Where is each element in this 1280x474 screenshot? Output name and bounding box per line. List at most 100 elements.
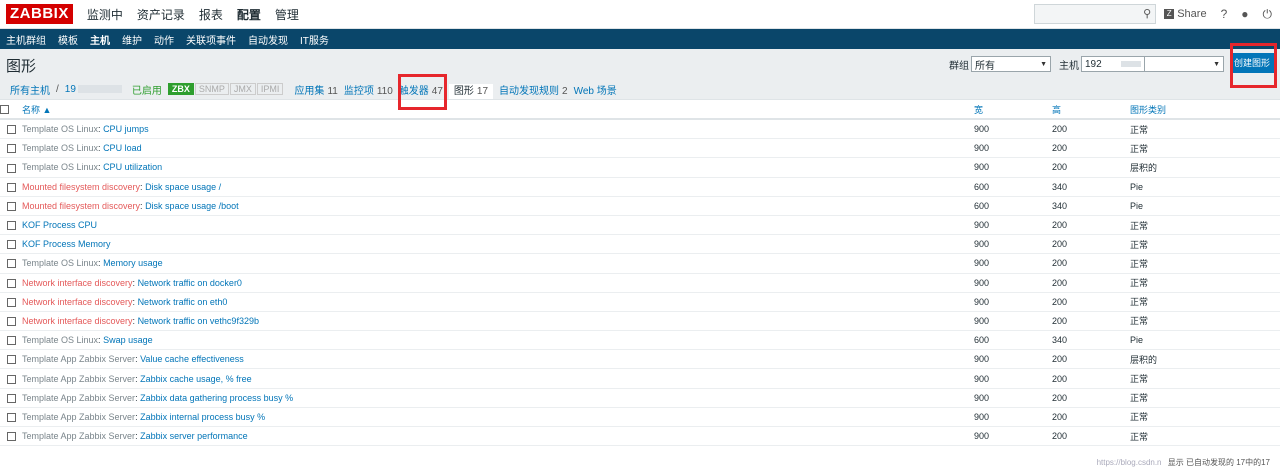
row-checkbox[interactable] [6,336,16,346]
graph-name-link[interactable]: Disk space usage / [145,182,221,192]
sub-menu-item[interactable]: 关联项事件 [186,32,236,47]
graph-template-link[interactable]: Network interface discovery [22,278,133,288]
graph-name-link[interactable]: Value cache effectiveness [140,354,244,364]
column-name[interactable]: 名称 ▲ [22,100,974,120]
sub-menu-item[interactable]: 模板 [58,32,78,47]
highlight-box-graphs-tab [398,74,447,110]
graph-height: 200 [1052,215,1130,236]
host-status-enabled[interactable]: 已启用 [132,82,162,97]
graph-template-link[interactable]: Template App Zabbix Server [22,431,135,441]
help-icon[interactable]: ? [1221,7,1228,21]
row-checkbox[interactable] [6,278,16,288]
graph-name-link[interactable]: KOF Process Memory [22,239,111,249]
select-all-checkbox[interactable] [0,105,9,115]
graph-name-link[interactable]: Zabbix internal process busy % [140,412,265,422]
graph-template-link[interactable]: Template App Zabbix Server [22,412,135,422]
graph-type: 层积的 [1130,157,1280,178]
breadcrumb: 所有主机 / 19 已启用 ZBX SNMP JMX IPMI 应用集 11 监控项 110… [0,79,1280,100]
graph-name-link[interactable]: Network traffic on docker0 [138,278,242,288]
row-checkbox[interactable] [6,259,16,269]
sub-menu-item[interactable]: 主机群组 [6,32,46,47]
graph-template-link[interactable]: Template OS Linux [22,124,98,134]
search-input[interactable]: ⚲ [1034,4,1157,24]
breadcrumb-tab[interactable]: 监控项 110 [344,86,393,97]
graph-type: 正常 [1130,368,1280,389]
breadcrumb-items: 应用集 11 监控项 110 触发器 47 图形 17 自动发现规则 2 Web 场景 [288,82,617,99]
row-checkbox[interactable] [6,163,16,173]
sub-menu-item[interactable]: 自动发现 [248,32,288,47]
breadcrumb-tab[interactable]: 自动发现规则 2 [499,86,568,97]
sub-menu-item[interactable]: 维护 [122,32,142,47]
row-checkbox[interactable] [6,317,16,327]
graph-width: 900 [974,426,1052,447]
row-checkbox[interactable] [6,201,16,211]
sub-menu-item[interactable]: 动作 [154,32,174,47]
row-checkbox[interactable] [6,125,16,135]
graph-name-link[interactable]: Network traffic on vethc9f329b [138,316,259,326]
main-menu-item[interactable]: 资产记录 [137,6,185,23]
graph-type: 正常 [1130,388,1280,408]
host-select[interactable]: 192 [1081,56,1144,72]
graph-template-link[interactable]: Template OS Linux [22,258,98,268]
graph-name-link[interactable]: Zabbix cache usage, % free [140,374,252,384]
graph-template-link[interactable]: Mounted filesystem discovery [22,182,140,192]
main-menu-item[interactable]: 管理 [275,6,299,23]
graph-template-link[interactable]: Template OS Linux [22,335,98,345]
main-menu-item[interactable]: 配置 [237,6,261,23]
graph-name-link[interactable]: Memory usage [103,258,163,268]
main-menu-item[interactable]: 报表 [199,6,223,23]
table-row: Template App Zabbix Server: Zabbix serve… [0,426,1280,447]
row-checkbox[interactable] [6,240,16,250]
breadcrumb-tab[interactable]: 应用集 11 [294,86,337,97]
breadcrumb-host[interactable]: 19 [65,84,76,95]
row-checkbox[interactable] [6,297,16,307]
row-checkbox[interactable] [6,182,16,192]
graph-template-link[interactable]: Template App Zabbix Server [22,374,135,384]
sub-menu-item[interactable]: 主机 [90,32,110,47]
row-checkbox[interactable] [6,393,16,403]
breadcrumb-tab[interactable]: 图形 17 [448,83,494,99]
breadcrumb-tab[interactable]: Web 场景 [574,86,617,97]
power-icon[interactable]: ⏻ [1263,7,1273,22]
breadcrumb-all-hosts[interactable]: 所有主机 [10,82,50,97]
row-checkbox[interactable] [6,144,16,154]
graph-name-link[interactable]: CPU load [103,143,142,153]
graph-template-link[interactable]: Mounted filesystem discovery [22,201,140,211]
graph-width: 900 [974,138,1052,159]
row-checkbox[interactable] [6,374,16,384]
graph-name-link[interactable]: Swap usage [103,335,153,345]
graph-name-link[interactable]: Zabbix server performance [140,431,248,441]
group-select[interactable]: 所有 ▼ [971,56,1051,72]
graph-template-link[interactable]: Template App Zabbix Server [22,354,135,364]
graph-type: 正常 [1130,215,1280,236]
graph-template-link[interactable]: Network interface discovery [22,316,133,326]
search-icon[interactable]: ⚲ [1143,7,1151,20]
host-select-dropdown[interactable]: ▼ [1144,56,1224,72]
row-checkbox[interactable] [6,355,16,365]
graph-name-link[interactable]: Network traffic on eth0 [138,297,228,307]
row-checkbox[interactable] [6,432,16,442]
graph-name-link[interactable]: Disk space usage /boot [145,201,239,211]
graph-height: 200 [1052,119,1130,140]
zabbix-logo[interactable]: ZABBIX [6,4,73,24]
graph-template-link[interactable]: Template OS Linux [22,143,98,153]
column-width: 宽 [974,100,1052,120]
row-checkbox[interactable] [6,221,16,231]
main-menu-item[interactable]: 监测中 [87,6,123,23]
graph-type: 正常 [1130,138,1280,159]
graph-width: 900 [974,311,1052,332]
row-checkbox[interactable] [6,412,16,422]
graph-template-link[interactable]: Template OS Linux [22,162,98,172]
user-icon[interactable]: ● [1241,7,1248,21]
graph-name-link[interactable]: CPU jumps [103,124,149,134]
graph-template-link[interactable]: Network interface discovery [22,297,133,307]
graph-template-link[interactable]: Template App Zabbix Server [22,393,135,403]
graph-name-link[interactable]: Zabbix data gathering process busy % [140,393,293,403]
table-row: Network interface discovery: Network tra… [0,311,1280,332]
graph-name-link[interactable]: CPU utilization [103,162,162,172]
graph-width: 900 [974,388,1052,408]
share-button[interactable]: Z Share [1164,8,1207,20]
graph-name-link[interactable]: KOF Process CPU [22,220,97,230]
share-label: Share [1177,8,1207,20]
sub-menu-item[interactable]: IT服务 [300,32,329,47]
